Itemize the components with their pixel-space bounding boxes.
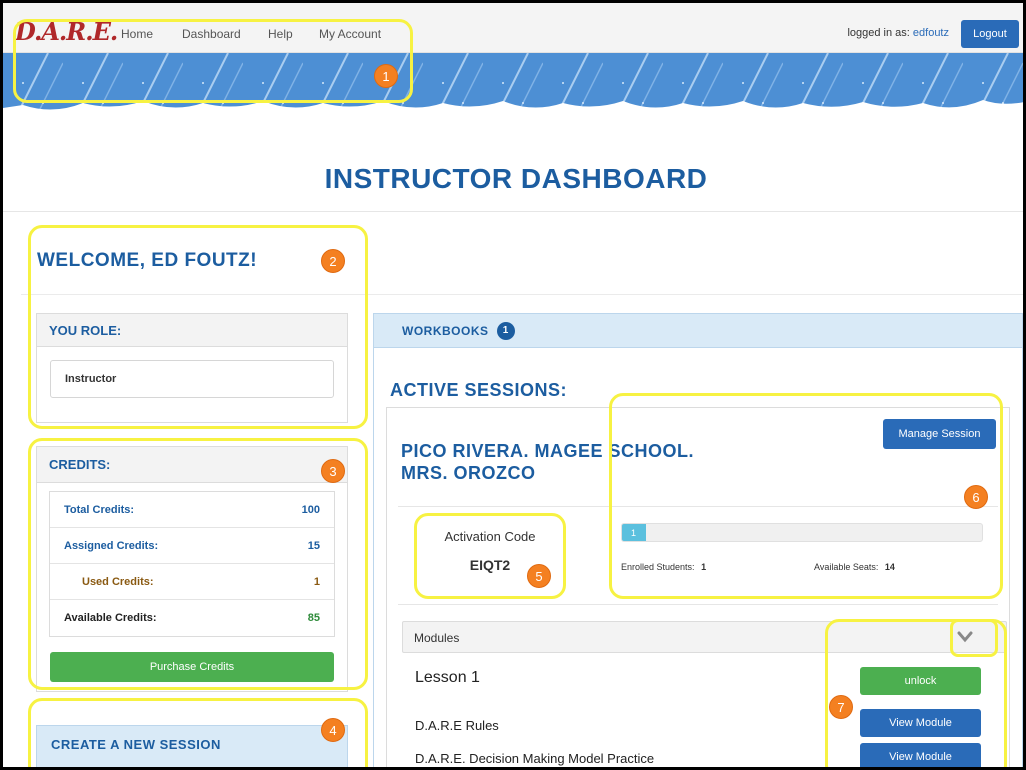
annotation-badge-6: 6 xyxy=(964,485,988,509)
modules-heading: Modules xyxy=(414,631,460,645)
header-banner xyxy=(3,53,1023,123)
logout-button[interactable]: Logout xyxy=(961,20,1019,48)
view-module-button-decision[interactable]: View Module xyxy=(860,743,981,767)
credits-row-total: Total Credits: 100 xyxy=(50,492,334,528)
role-value: Instructor xyxy=(50,360,334,398)
logged-in-status: logged in as: edfoutz xyxy=(847,27,949,39)
assigned-credits-label: Assigned Credits: xyxy=(64,539,159,552)
screenshot-frame: D.A.R.E. Home Dashboard Help My Account … xyxy=(0,0,1026,770)
active-sessions-heading: ACTIVE SESSIONS: xyxy=(390,380,568,400)
enrollment-progress-fill: 1 xyxy=(622,524,647,541)
credits-table: Total Credits: 100 Assigned Credits: 15 … xyxy=(49,491,335,637)
session-divider xyxy=(398,506,998,507)
credits-row-used: Used Credits: 1 xyxy=(50,564,334,600)
used-credits-label: Used Credits: xyxy=(82,575,154,588)
available-seats: Available Seats: 14 xyxy=(814,562,895,572)
annotation-badge-7: 7 xyxy=(829,695,853,719)
available-credits-label: Available Credits: xyxy=(64,612,157,624)
activation-code-label: Activation Code xyxy=(444,529,536,544)
logged-in-label: logged in as: xyxy=(847,27,910,39)
module-name-rules: D.A.R.E Rules xyxy=(415,718,499,733)
top-navbar: D.A.R.E. Home Dashboard Help My Account … xyxy=(3,3,1023,53)
annotation-badge-3: 3 xyxy=(321,459,345,483)
nav-my-account[interactable]: My Account xyxy=(319,27,381,41)
title-divider xyxy=(3,211,1023,212)
seats-value: 14 xyxy=(884,562,895,572)
enrolled-label: Enrolled Students: xyxy=(621,562,695,572)
enrolled-value: 1 xyxy=(701,562,707,572)
create-session-panel[interactable]: CREATE A NEW SESSION xyxy=(36,725,348,767)
total-credits-value: 100 xyxy=(301,503,320,516)
dare-logo[interactable]: D.A.R.E. xyxy=(15,17,118,46)
chevron-down-icon[interactable] xyxy=(957,630,973,649)
annotation-badge-1: 1 xyxy=(374,64,398,88)
nav-help[interactable]: Help xyxy=(268,27,293,41)
nav-home[interactable]: Home xyxy=(121,27,153,41)
session-name-line2: MRS. OROZCO xyxy=(401,463,536,483)
session-name: PICO RIVERA. MAGEE SCHOOL. MRS. OROZCO xyxy=(401,440,694,484)
modules-header[interactable]: Modules xyxy=(402,621,1007,653)
username-link[interactable]: edfoutz xyxy=(913,27,949,39)
enrollment-progress-bar: 1 xyxy=(621,523,983,542)
role-heading: YOU ROLE: xyxy=(37,314,347,347)
unlock-button[interactable]: unlock xyxy=(860,667,981,695)
lesson-title: Lesson 1 xyxy=(415,669,480,686)
view-module-button-rules[interactable]: View Module xyxy=(860,709,981,737)
workbooks-label: WORKBOOKS xyxy=(402,323,489,338)
total-credits-label: Total Credits: xyxy=(64,503,135,516)
annotation-badge-4: 4 xyxy=(321,718,345,742)
manage-session-button[interactable]: Manage Session xyxy=(883,419,996,449)
enrolled-students: Enrolled Students: 1 xyxy=(621,562,706,572)
page-title: INSTRUCTOR DASHBOARD xyxy=(324,163,708,194)
assigned-credits-value: 15 xyxy=(307,539,320,552)
nav-dashboard[interactable]: Dashboard xyxy=(182,27,241,41)
available-credits-value: 85 xyxy=(307,612,320,624)
credits-heading: CREDITS: xyxy=(37,447,347,483)
welcome-divider xyxy=(21,294,1023,295)
annotation-badge-5: 5 xyxy=(527,564,551,588)
purchase-credits-button[interactable]: Purchase Credits xyxy=(50,652,334,682)
workbooks-count-badge: 1 xyxy=(496,321,515,340)
welcome-heading: WELCOME, ED FOUTZ! xyxy=(37,250,258,271)
seats-label: Available Seats: xyxy=(814,562,879,572)
annotation-badge-2: 2 xyxy=(321,249,345,273)
create-session-heading[interactable]: CREATE A NEW SESSION xyxy=(51,737,221,752)
workbooks-header[interactable]: WORKBOOKS 1 xyxy=(374,314,1022,348)
module-name-decision: D.A.R.E. Decision Making Model Practice xyxy=(415,751,655,766)
session-name-line1: PICO RIVERA. MAGEE SCHOOL. xyxy=(401,441,695,461)
used-credits-value: 1 xyxy=(313,575,320,588)
credits-row-assigned: Assigned Credits: 15 xyxy=(50,528,334,564)
session-divider-2 xyxy=(398,604,998,605)
credits-row-available: Available Credits: 85 xyxy=(50,600,334,636)
